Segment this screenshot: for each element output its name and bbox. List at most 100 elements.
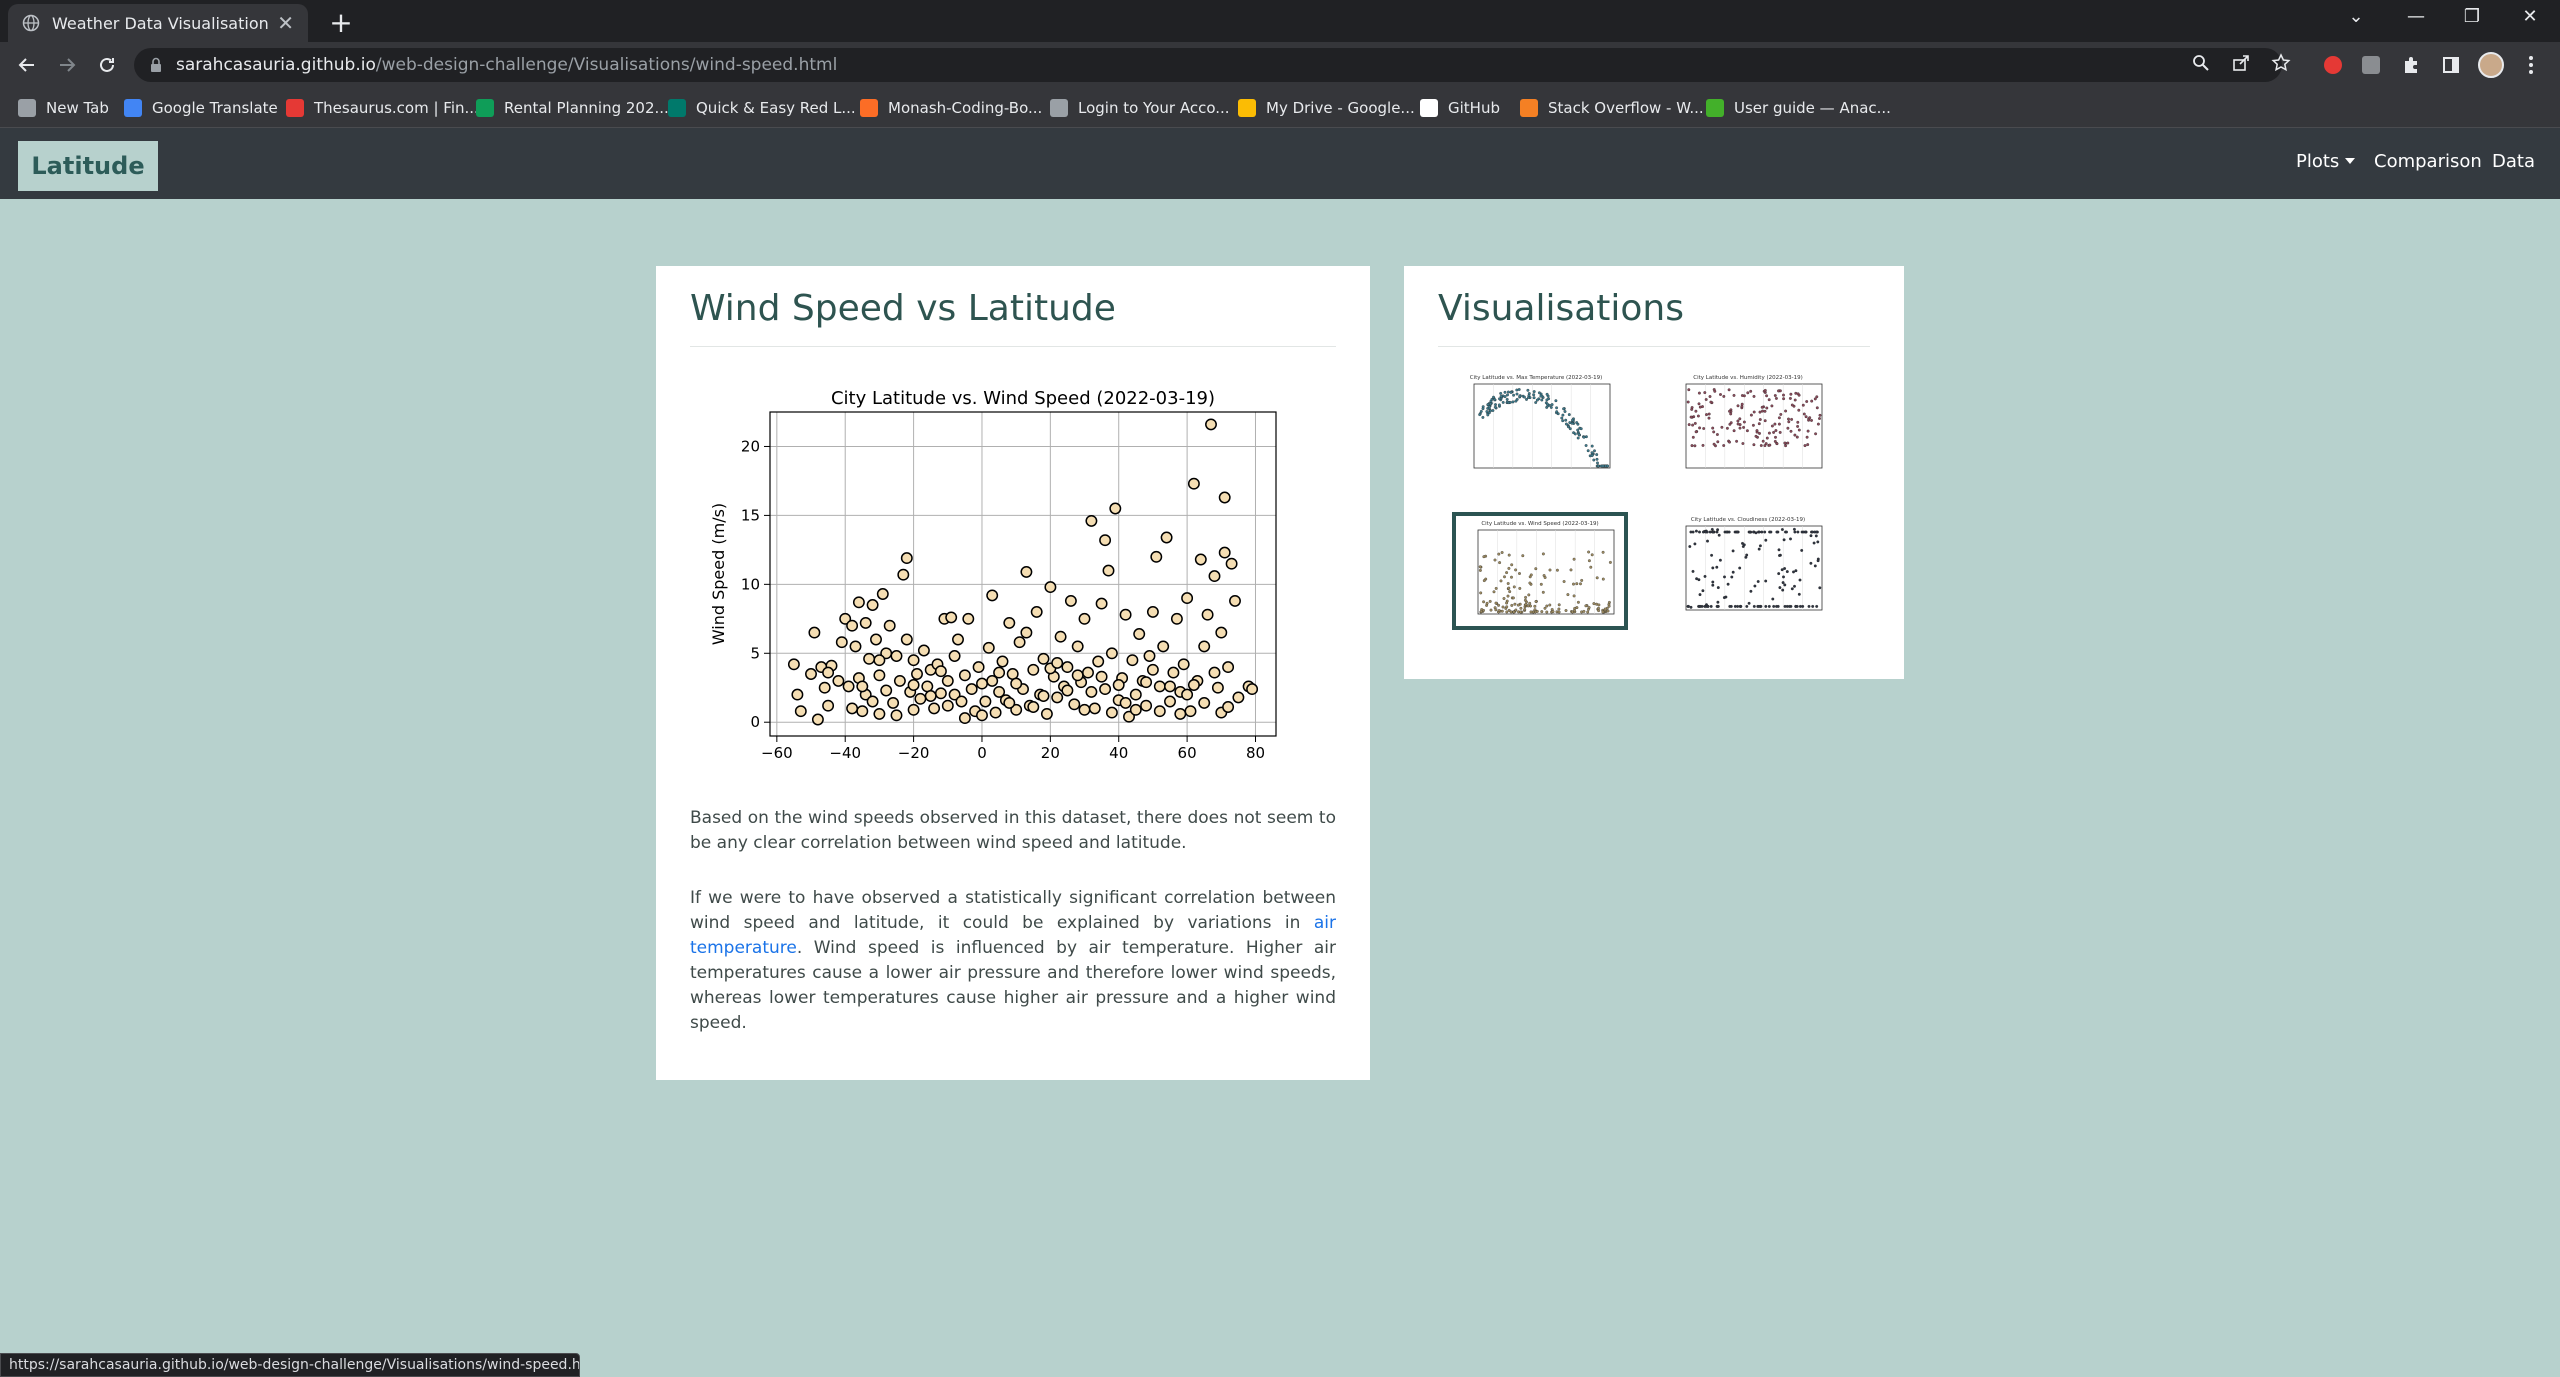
bookmark-item[interactable]: Thesaurus.com | Fin... [286, 96, 479, 120]
zoom-icon[interactable] [2188, 50, 2214, 76]
data-point [1071, 640, 1084, 653]
data-point [1174, 707, 1187, 720]
back-icon[interactable] [12, 50, 42, 80]
thumbnail-point [1773, 422, 1777, 426]
tab-search-icon[interactable]: ⌄ [2336, 6, 2376, 27]
data-link[interactable]: Data [2492, 151, 2535, 172]
bookmark-item[interactable]: Monash-Coding-Bo... [860, 96, 1042, 120]
thumbnail-point [1512, 610, 1516, 614]
thumbnail-point [1806, 443, 1810, 447]
forward-icon[interactable] [52, 50, 82, 80]
thumbnail-point [1539, 394, 1543, 398]
bookmark-item[interactable]: Quick & Easy Red L... [668, 96, 856, 120]
thumbnail-point [1514, 568, 1518, 572]
extension-gray-icon[interactable] [2356, 50, 2386, 80]
thumbnail-point [1557, 603, 1561, 607]
data-point [805, 668, 817, 680]
comparison-link[interactable]: Comparison [2374, 151, 2482, 172]
x-tick-label: 40 [1109, 744, 1128, 762]
thumbnail-point [1507, 566, 1511, 570]
bookmark-item[interactable]: Stack Overflow - W... [1520, 96, 1704, 120]
thumbnail-point [1792, 570, 1795, 574]
bookmark-item[interactable]: New Tab [18, 96, 109, 120]
thumbnail-point [1595, 457, 1599, 461]
new-tab-icon[interactable]: + [326, 6, 356, 39]
thumbnail-point [1567, 425, 1570, 429]
bookmark-item[interactable]: My Drive - Google... [1238, 96, 1415, 120]
x-tick-label: 60 [1178, 744, 1197, 762]
data-point [1181, 688, 1194, 701]
close-tab-icon[interactable]: ✕ [277, 11, 294, 35]
extensions-puzzle-icon[interactable] [2396, 50, 2426, 80]
thumbnail-point [1736, 422, 1740, 426]
thumbnail-point [1772, 604, 1776, 608]
max-temperature-thumbnail[interactable]: City Latitude vs. Max Temperature (2022-… [1452, 370, 1628, 488]
thumbnail-point [1731, 549, 1735, 553]
side-panel-icon[interactable] [2436, 50, 2466, 80]
bookmark-label: Login to Your Acco... [1078, 99, 1230, 117]
profile-avatar-icon[interactable] [2476, 50, 2506, 80]
reload-icon[interactable] [92, 50, 122, 80]
thumbnail-point [1711, 566, 1715, 570]
wind-speed-thumbnail[interactable]: City Latitude vs. Wind Speed (2022-03-19… [1452, 512, 1628, 630]
thumbnail-point [1519, 606, 1523, 610]
data-point [890, 709, 903, 722]
close-window-icon[interactable]: ✕ [2510, 6, 2550, 27]
bookmark-item[interactable]: GitHub [1420, 96, 1500, 120]
thumbnail-point [1811, 604, 1815, 608]
data-point [1232, 691, 1245, 704]
thumbnail-point [1481, 405, 1485, 409]
thumbnail-point [1752, 394, 1756, 398]
thumbnail-point [1507, 553, 1511, 557]
thumbnail-point [1774, 396, 1778, 400]
thumbnail-point [1485, 603, 1489, 607]
data-point [1102, 564, 1115, 577]
thumbnail-point [1778, 430, 1782, 434]
thumbnail-point [1688, 545, 1692, 548]
thumbnail-point [1785, 530, 1788, 534]
address-bar[interactable]: sarahcasauria.github.io/web-design-chall… [134, 48, 2282, 82]
thumbnail-point [1765, 394, 1769, 398]
stackoverflow-icon [1520, 99, 1538, 117]
plots-dropdown[interactable]: Plots [2296, 151, 2356, 172]
data-point [1006, 668, 1019, 680]
thumbnail-point [1758, 418, 1762, 421]
data-point [863, 652, 876, 665]
restore-icon[interactable]: ❐ [2452, 6, 2492, 27]
thumbnail-point [1498, 561, 1502, 565]
extension-red-icon[interactable] [2318, 50, 2348, 80]
thumbnail-point [1529, 610, 1533, 614]
bookmark-star-icon[interactable] [2268, 50, 2294, 76]
humidity-thumbnail[interactable]: City Latitude vs. Humidity (2022-03-19) [1664, 370, 1840, 488]
thumbnail-point [1775, 604, 1778, 608]
thumbnail-point [1554, 399, 1558, 403]
thumbnail-point [1511, 596, 1515, 600]
bookmark-label: User guide — Anac... [1734, 99, 1891, 117]
bookmark-label: New Tab [46, 99, 109, 117]
data-point [996, 655, 1009, 668]
thumbnail-point [1697, 578, 1701, 582]
data-point [1157, 640, 1170, 653]
browser-tab[interactable]: Weather Data Visualisation ✕ [8, 4, 308, 42]
thumbnail-point [1754, 434, 1758, 438]
thumbnail-point [1517, 388, 1521, 391]
thumbnail-point [1759, 444, 1763, 447]
bookmark-item[interactable]: Google Translate [124, 96, 278, 120]
data-point [883, 619, 896, 632]
thumbnail-point [1722, 596, 1726, 600]
data-point [1119, 608, 1132, 621]
bookmark-item[interactable]: Login to Your Acco... [1050, 96, 1230, 120]
bookmark-item[interactable]: Rental Planning 202... [476, 96, 669, 120]
data-point [818, 681, 831, 694]
thumbnail-point [1787, 604, 1791, 608]
thumbnail-point [1752, 604, 1756, 608]
bookmark-item[interactable]: User guide — Anac... [1706, 96, 1891, 120]
thumbnail-point [1480, 608, 1484, 611]
menu-kebab-icon[interactable] [2516, 50, 2546, 80]
brand-link[interactable]: Latitude [18, 141, 158, 191]
thumbnail-point [1780, 528, 1784, 531]
cloudiness-thumbnail[interactable]: City Latitude vs. Cloudiness (2022-03-19… [1664, 512, 1840, 630]
minimize-icon[interactable]: — [2396, 6, 2436, 27]
share-icon[interactable] [2228, 50, 2254, 76]
status-bar-url: https://sarahcasauria.github.io/web-desi… [0, 1353, 580, 1377]
